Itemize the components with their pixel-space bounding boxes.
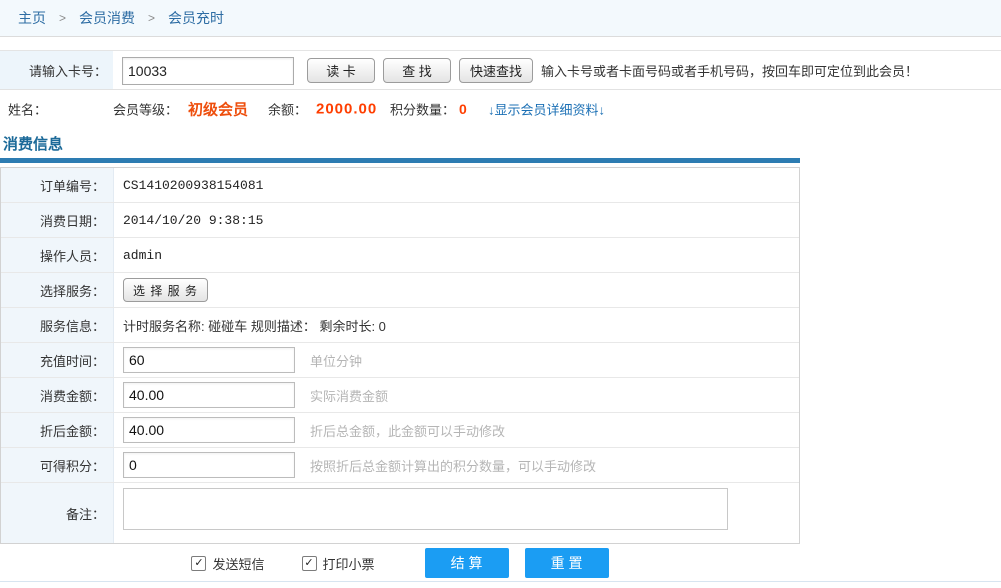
send-sms-label: 发送短信 xyxy=(212,554,264,573)
earn-points-label: 可得积分： xyxy=(1,448,114,482)
recharge-time-input[interactable] xyxy=(123,347,295,373)
select-service-label: 选择服务： xyxy=(1,273,114,307)
member-points-value: 0 xyxy=(459,101,467,117)
consume-info-table: 订单编号： CS1410200938154081 消费日期： 2014/10/2… xyxy=(0,167,800,544)
remark-label: 备注： xyxy=(1,483,114,543)
breadcrumb-separator-icon: > xyxy=(59,11,66,25)
breadcrumb-separator-icon: > xyxy=(148,11,155,25)
member-balance-value: 2000.00 xyxy=(316,101,377,118)
consume-amount-label: 消费金额： xyxy=(1,378,114,412)
member-points-label: 积分数量： xyxy=(390,100,455,119)
breadcrumb-home[interactable]: 主页 xyxy=(18,8,46,28)
footer-divider xyxy=(0,581,1001,582)
breadcrumb-member-recharge[interactable]: 会员充时 xyxy=(168,8,224,28)
order-no-label: 订单编号： xyxy=(1,168,114,202)
find-button[interactable]: 查 找 xyxy=(383,58,451,83)
print-receipt-label: 打印小票 xyxy=(323,554,375,573)
earn-points-hint: 按照折后总金额计算出的积分数量，可以手动修改 xyxy=(310,456,596,475)
form-row-earn-points: 可得积分： 按照折后总金额计算出的积分数量，可以手动修改 xyxy=(1,448,799,483)
form-row-discounted-amount: 折后金额： 折后总金额，此金额可以手动修改 xyxy=(1,413,799,448)
consume-date-label: 消费日期： xyxy=(1,203,114,237)
send-sms-checkbox[interactable]: ✓ 发送短信 xyxy=(191,554,264,573)
form-row-consume-amount: 消费金额： 实际消费金额 xyxy=(1,378,799,413)
form-row-recharge-time: 充值时间： 单位分钟 xyxy=(1,343,799,378)
order-no-value: CS1410200938154081 xyxy=(123,178,263,193)
member-name-label: 姓名： xyxy=(8,100,47,119)
discounted-amount-hint: 折后总金额，此金额可以手动修改 xyxy=(310,421,505,440)
quick-find-button[interactable]: 快速查找 xyxy=(459,58,533,83)
earn-points-input[interactable] xyxy=(123,452,295,478)
form-row-order-no: 订单编号： CS1410200938154081 xyxy=(1,168,799,203)
member-level-label: 会员等级： xyxy=(113,100,178,119)
member-recharge-page: 主页 > 会员消费 > 会员充时 请输入卡号： 读 卡 查 找 快速查找 输入卡… xyxy=(0,0,1001,588)
reset-button[interactable]: 重 置 xyxy=(525,548,609,578)
card-number-input[interactable] xyxy=(122,57,294,85)
checkbox-checked-icon: ✓ xyxy=(191,556,206,571)
form-row-select-service: 选择服务： 选 择 服 务 xyxy=(1,273,799,308)
settle-button[interactable]: 结 算 xyxy=(425,548,509,578)
discounted-amount-label: 折后金额： xyxy=(1,413,114,447)
section-divider-bar xyxy=(0,158,800,163)
print-receipt-checkbox[interactable]: ✓ 打印小票 xyxy=(302,554,375,573)
service-info-value: 计时服务名称: 碰碰车 规则描述： 剩余时长: 0 xyxy=(123,316,386,335)
recharge-time-label: 充值时间： xyxy=(1,343,114,377)
form-row-service-info: 服务信息： 计时服务名称: 碰碰车 规则描述： 剩余时长: 0 xyxy=(1,308,799,343)
breadcrumb-member-consume[interactable]: 会员消费 xyxy=(79,8,135,28)
consume-amount-hint: 实际消费金额 xyxy=(310,386,388,405)
card-search-row: 请输入卡号： 读 卡 查 找 快速查找 输入卡号或者卡面号码或者手机号码，按回车… xyxy=(0,50,1001,90)
operator-value: admin xyxy=(123,248,162,263)
read-card-button[interactable]: 读 卡 xyxy=(307,58,375,83)
remark-textarea[interactable] xyxy=(123,488,728,530)
select-service-button[interactable]: 选 择 服 务 xyxy=(123,278,208,302)
consume-amount-input[interactable] xyxy=(123,382,295,408)
form-row-consume-date: 消费日期： 2014/10/20 9:38:15 xyxy=(1,203,799,238)
service-info-label: 服务信息： xyxy=(1,308,114,342)
section-title-consume-info: 消费信息 xyxy=(3,133,63,154)
card-number-label: 请输入卡号： xyxy=(0,51,113,89)
recharge-time-hint: 单位分钟 xyxy=(310,351,362,370)
member-level-value: 初级会员 xyxy=(188,99,248,120)
member-summary: 姓名： 会员等级： 初级会员 余额： 2000.00 积分数量： 0 ↓显示会员… xyxy=(0,90,1001,128)
form-row-remark: 备注： xyxy=(1,483,799,543)
member-balance-label: 余额： xyxy=(268,100,307,119)
breadcrumb: 主页 > 会员消费 > 会员充时 xyxy=(0,0,1001,37)
consume-date-value: 2014/10/20 9:38:15 xyxy=(123,213,263,228)
operator-label: 操作人员： xyxy=(1,238,114,272)
form-row-operator: 操作人员： admin xyxy=(1,238,799,273)
card-search-hint: 输入卡号或者卡面号码或者手机号码，按回车即可定位到此会员！ xyxy=(541,51,918,89)
discounted-amount-input[interactable] xyxy=(123,417,295,443)
show-member-detail-link[interactable]: ↓显示会员详细资料↓ xyxy=(488,100,605,119)
checkbox-checked-icon: ✓ xyxy=(302,556,317,571)
action-bar: ✓ 发送短信 ✓ 打印小票 结 算 重 置 xyxy=(0,546,800,580)
